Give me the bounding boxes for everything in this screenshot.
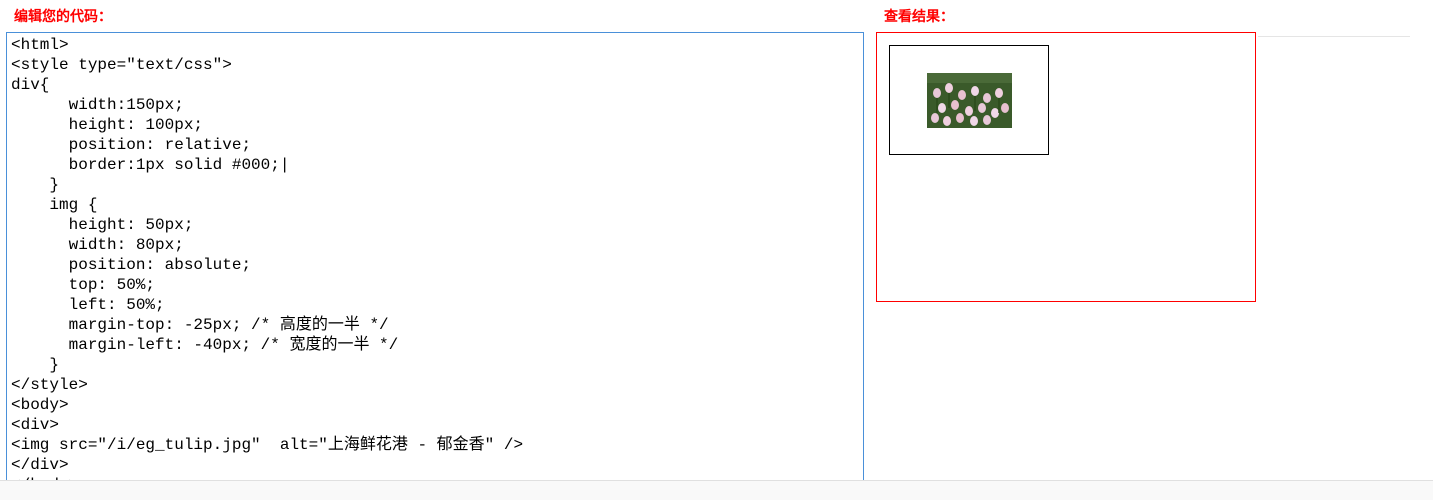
- result-panel: 查看结果：: [870, 6, 1410, 500]
- result-frame: [876, 32, 1256, 302]
- divider-line: [1258, 36, 1410, 37]
- code-editor[interactable]: [7, 33, 863, 491]
- tulip-image: [927, 73, 1012, 128]
- result-panel-title: 查看结果：: [876, 6, 1404, 26]
- editor-result-container: 编辑您的代码： 查看结果：: [0, 0, 1433, 500]
- bottom-border: [0, 480, 1433, 500]
- result-box: [889, 45, 1049, 155]
- code-editor-wrapper: [6, 32, 864, 492]
- editor-panel: 编辑您的代码：: [0, 6, 870, 500]
- editor-panel-title: 编辑您的代码：: [6, 6, 864, 26]
